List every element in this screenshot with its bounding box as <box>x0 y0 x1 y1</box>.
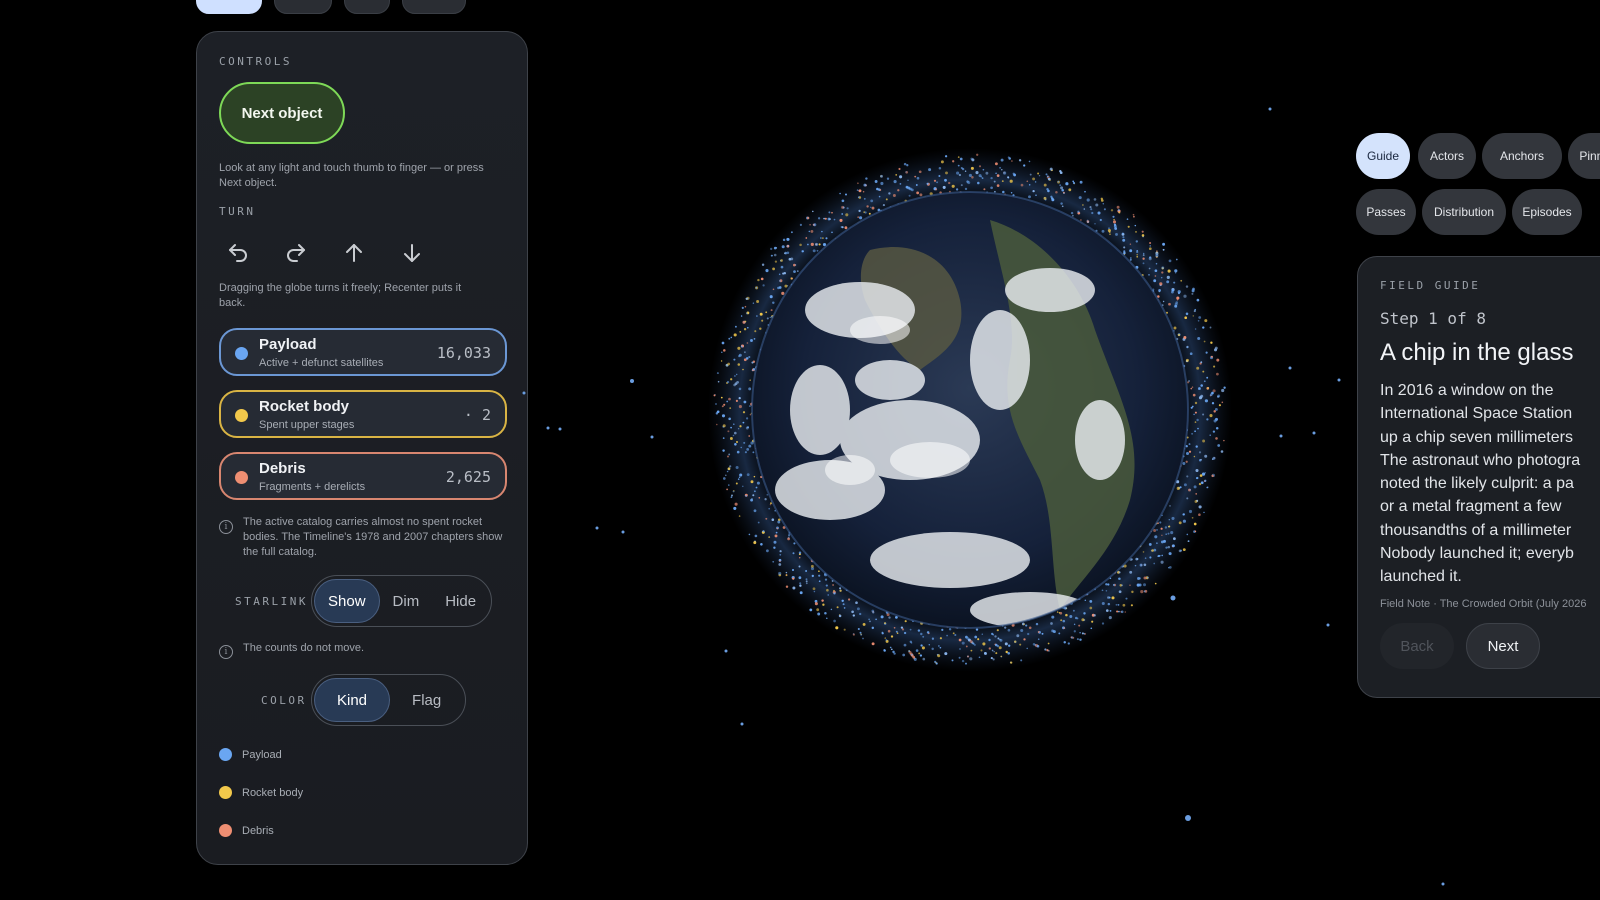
guide-title: A chip in the glass <box>1380 339 1574 366</box>
chip-guide[interactable]: Guide <box>1356 133 1410 179</box>
chip-anchors[interactable]: Anchors <box>1482 133 1562 179</box>
guide-body-line: launched it. <box>1380 568 1462 586</box>
guide-body-line: Nobody launched it; everyb <box>1380 545 1574 563</box>
field-note-source: Field Note · The Crowded Orbit (July 202… <box>1380 598 1587 610</box>
back-button[interactable]: Back <box>1380 623 1454 669</box>
next-button[interactable]: Next <box>1466 623 1540 669</box>
guide-body-line: thousandths of a millimeter <box>1380 521 1572 539</box>
chip-episodes[interactable]: Episodes <box>1512 189 1582 235</box>
guide-body-line: or a metal fragment a few <box>1380 498 1562 516</box>
field-guide-card: FIELD GUIDE Step 1 of 8 A chip in the gl… <box>1357 256 1600 698</box>
guide-body: In 2016 a window on the International Sp… <box>1380 379 1600 589</box>
guide-body-line: up a chip seven millimeters <box>1380 428 1573 446</box>
guide-body-line: The astronaut who photogra <box>1380 451 1581 469</box>
field-guide-label: FIELD GUIDE <box>1380 279 1481 292</box>
earth-globe[interactable] <box>700 140 1240 680</box>
chip-actors[interactable]: Actors <box>1418 133 1476 179</box>
guide-body-line: International Space Station <box>1380 405 1573 423</box>
chip-passes[interactable]: Passes <box>1356 189 1416 235</box>
guide-body-line: In 2016 a window on the <box>1380 382 1554 399</box>
step-indicator: Step 1 of 8 <box>1380 309 1486 328</box>
chip-distribution[interactable]: Distribution <box>1422 189 1506 235</box>
guide-body-line: noted the likely culprit: a pa <box>1380 475 1574 493</box>
